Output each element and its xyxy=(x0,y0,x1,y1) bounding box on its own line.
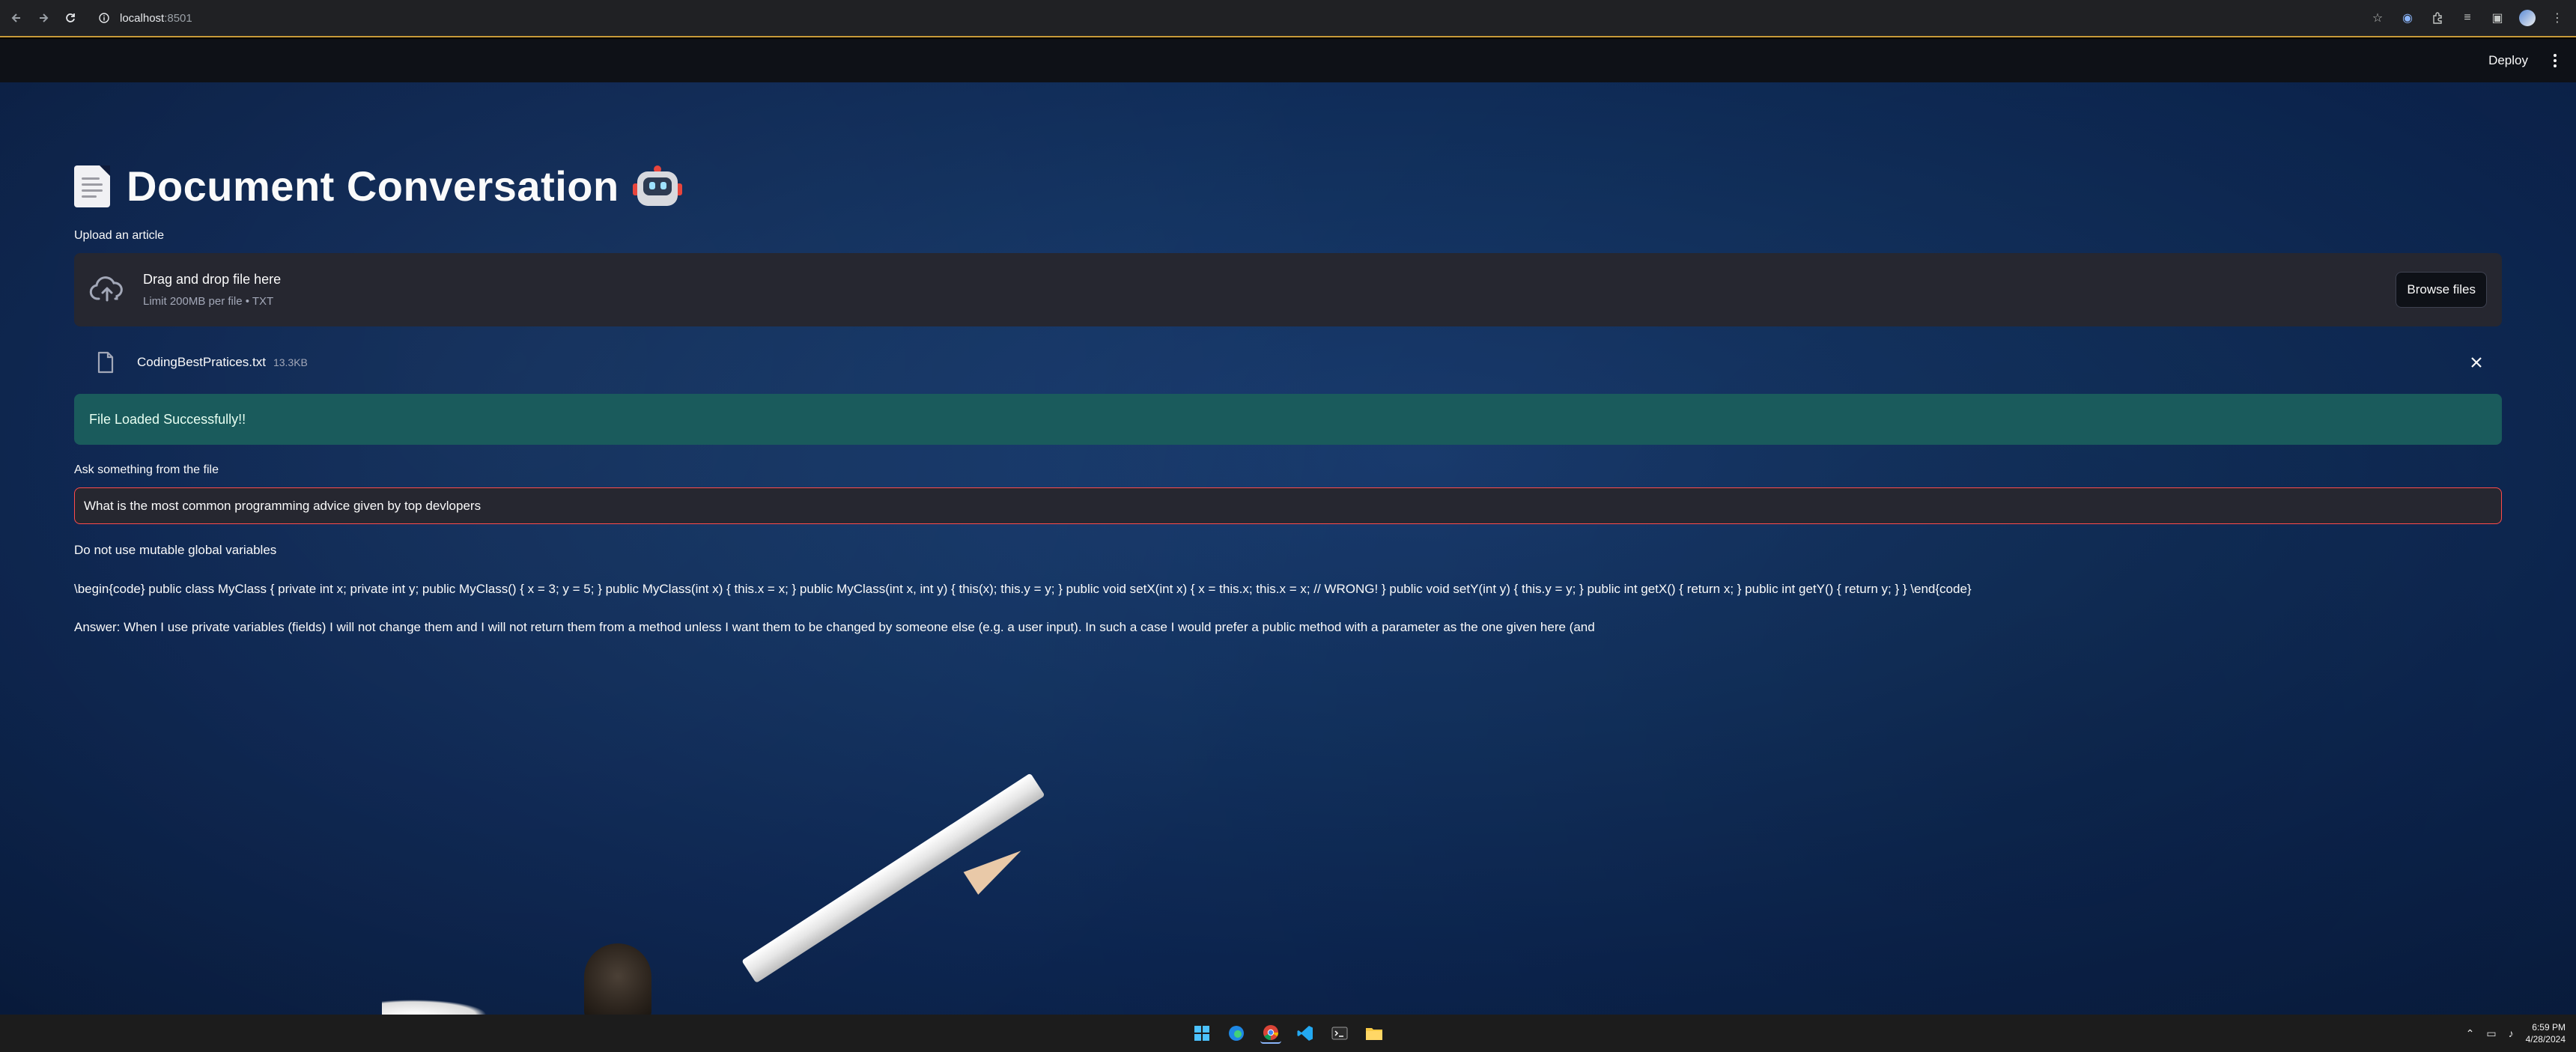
answer-code-block: \begin{code} public class MyClass { priv… xyxy=(74,582,1972,596)
uploader-label: Upload an article xyxy=(74,229,165,242)
success-alert: File Loaded Successfully!! xyxy=(74,394,2502,445)
app-header: Deploy xyxy=(0,39,2576,82)
robot-icon xyxy=(632,165,682,207)
clock-date: 4/28/2024 xyxy=(2525,1034,2566,1045)
chevron-up-icon[interactable]: ⌃ xyxy=(2466,1027,2475,1040)
uploaded-file-item: CodingBestPratices.txt 13.3KB xyxy=(74,334,2502,391)
url-host: localhost xyxy=(120,11,165,25)
profile-avatar[interactable] xyxy=(2519,10,2536,26)
bookmark-star-icon[interactable]: ☆ xyxy=(2369,10,2386,26)
hand-decoration xyxy=(382,1000,487,1015)
url-port: :8501 xyxy=(164,11,192,25)
reload-icon[interactable] xyxy=(61,9,79,27)
vscode-icon[interactable] xyxy=(1295,1023,1316,1044)
answer-explanation: Answer: When I use private variables (fi… xyxy=(74,620,1595,634)
browser-menu-icon[interactable]: ⋮ xyxy=(2549,10,2566,26)
page-facing-up-icon xyxy=(74,165,110,207)
taskbar-clock[interactable]: 6:59 PM 4/28/2024 xyxy=(2526,1021,2566,1045)
answer-line-1: Do not use mutable global variables xyxy=(74,543,277,557)
question-input[interactable]: What is the most common programming advi… xyxy=(74,487,2502,524)
system-tray: ⌃ ▭ ♪ 6:59 PM 4/28/2024 xyxy=(2466,1015,2566,1052)
app-menu-icon[interactable] xyxy=(2554,54,2557,67)
file-explorer-icon[interactable] xyxy=(1364,1023,1385,1044)
remove-file-close-icon[interactable] xyxy=(2467,353,2485,371)
title-row: Document Conversation xyxy=(74,162,682,210)
main-content: Document Conversation Upload an article xyxy=(0,82,2576,1015)
extensions-puzzle-icon[interactable] xyxy=(2429,10,2446,26)
dropzone-instructions: Drag and drop file here xyxy=(143,272,282,287)
back-icon[interactable] xyxy=(7,9,25,27)
media-controls-icon[interactable]: ≡ xyxy=(2459,10,2476,26)
browser-toolbar: localhost:8501 ☆ ◉ ≡ ▣ ⋮ xyxy=(0,0,2576,37)
chrome-browser-icon[interactable] xyxy=(1260,1023,1281,1044)
page-title: Document Conversation xyxy=(127,162,619,210)
network-icon[interactable]: ▭ xyxy=(2486,1027,2496,1040)
deploy-button[interactable]: Deploy xyxy=(2488,53,2528,68)
file-dropzone[interactable]: Drag and drop file here Limit 200MB per … xyxy=(74,253,2502,326)
question-label: Ask something from the file xyxy=(74,463,219,476)
uploaded-file-size: 13.3KB xyxy=(273,356,308,368)
cloud-upload-icon xyxy=(89,275,125,305)
uploaded-file-name: CodingBestPratices.txt xyxy=(137,355,266,369)
dropzone-limit: Limit 200MB per file • TXT xyxy=(143,295,274,308)
sidebar-panel-icon[interactable]: ▣ xyxy=(2489,10,2506,26)
volume-icon[interactable]: ♪ xyxy=(2509,1027,2514,1039)
browse-files-button[interactable]: Browse files xyxy=(2396,272,2487,308)
binder-clip-decoration xyxy=(584,943,651,1015)
windows-taskbar: ⌃ ▭ ♪ 6:59 PM 4/28/2024 xyxy=(0,1015,2576,1052)
windows-start-icon[interactable] xyxy=(1191,1023,1212,1044)
forward-icon[interactable] xyxy=(34,9,52,27)
edge-browser-icon[interactable] xyxy=(1226,1023,1247,1044)
address-bar[interactable]: localhost:8501 xyxy=(120,12,192,25)
clock-time: 6:59 PM xyxy=(2532,1022,2566,1033)
site-info-icon[interactable] xyxy=(96,10,112,26)
extension-active-icon[interactable]: ◉ xyxy=(2399,10,2416,26)
terminal-icon[interactable] xyxy=(1329,1023,1350,1044)
file-icon xyxy=(97,351,115,374)
